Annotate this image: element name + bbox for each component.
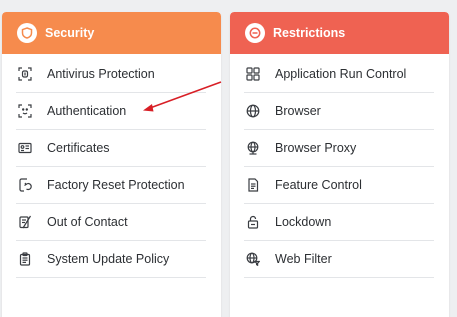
security-item-system-update-policy[interactable]: System Update Policy [16,241,206,278]
no-entry-icon [245,23,265,43]
scan-virus-icon [17,66,33,82]
lock-icon [245,214,261,230]
restrictions-header: Restrictions [230,12,449,54]
item-label: Out of Contact [47,215,128,229]
globe-icon [245,103,261,119]
restrictions-panel: Restrictions Application Run Control Bro… [230,12,449,317]
restrictions-title: Restrictions [273,26,346,40]
contact-off-icon [17,214,33,230]
item-label: Certificates [47,141,110,155]
restrictions-item-application-run-control[interactable]: Application Run Control [244,56,434,93]
shield-icon [17,23,37,43]
apps-grid-icon [245,66,261,82]
item-label: System Update Policy [47,252,170,266]
security-item-authentication[interactable]: Authentication [16,93,206,130]
reset-icon [17,177,33,193]
restrictions-item-browser-proxy[interactable]: Browser Proxy [244,130,434,167]
item-label: Application Run Control [275,67,407,81]
item-label: Web Filter [275,252,332,266]
item-label: Lockdown [275,215,332,229]
restrictions-item-web-filter[interactable]: Web Filter [244,241,434,278]
security-panel: Security Antivirus Protection Authentica… [2,12,221,317]
item-label: Factory Reset Protection [47,178,185,192]
clipboard-icon [17,251,33,267]
item-label: Browser [275,104,321,118]
item-label: Authentication [47,104,127,118]
restrictions-item-lockdown[interactable]: Lockdown [244,204,434,241]
restrictions-item-feature-control[interactable]: Feature Control [244,167,434,204]
security-item-out-of-contact[interactable]: Out of Contact [16,204,206,241]
document-list-icon [245,177,261,193]
globe-proxy-icon [245,140,261,156]
certificate-icon [17,140,33,156]
security-item-certificates[interactable]: Certificates [16,130,206,167]
security-item-factory-reset-protection[interactable]: Factory Reset Protection [16,167,206,204]
security-header: Security [2,12,221,54]
globe-filter-icon [245,251,261,267]
item-label: Antivirus Protection [47,67,155,81]
item-label: Browser Proxy [275,141,357,155]
item-label: Feature Control [275,178,362,192]
face-scan-icon [17,103,33,119]
restrictions-item-browser[interactable]: Browser [244,93,434,130]
security-title: Security [45,26,95,40]
security-item-antivirus-protection[interactable]: Antivirus Protection [16,56,206,93]
